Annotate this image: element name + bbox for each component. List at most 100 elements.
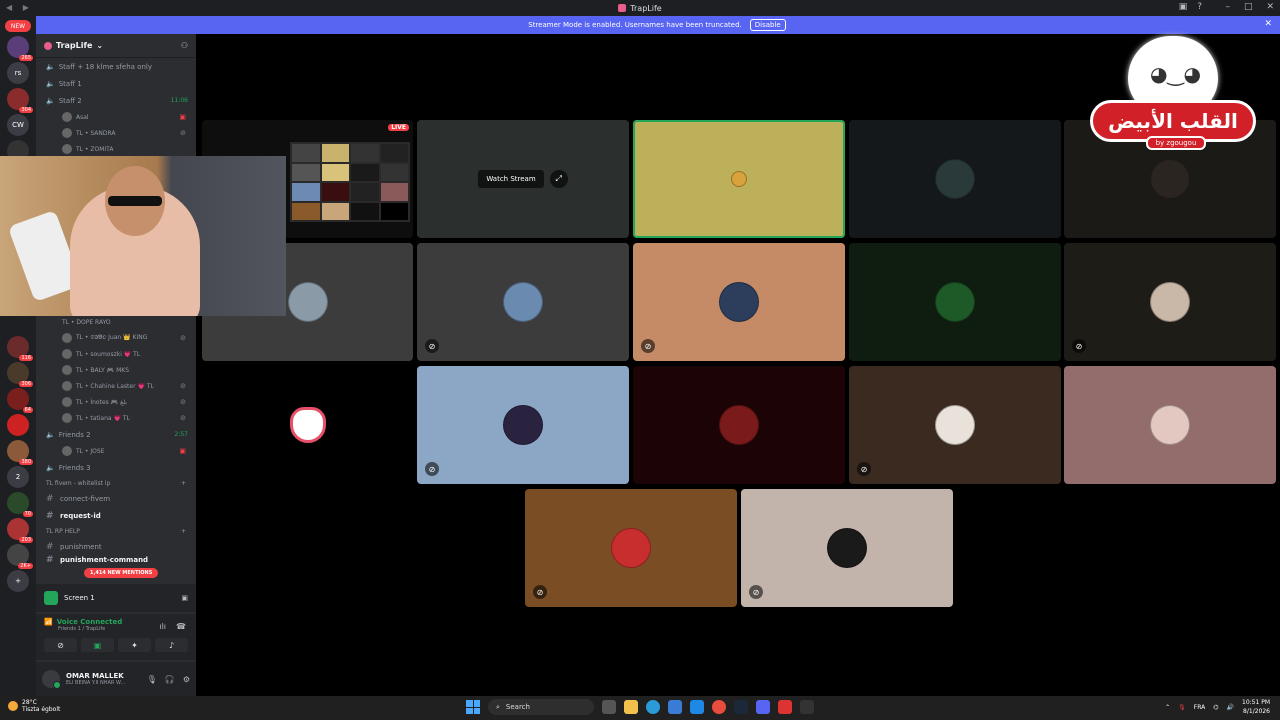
mail-icon[interactable] bbox=[690, 700, 704, 714]
voice-status[interactable]: Voice Connected bbox=[57, 618, 123, 626]
weather-widget[interactable]: 28°C Tiszta égbolt bbox=[8, 699, 60, 713]
participant-tile[interactable] bbox=[849, 243, 1061, 361]
gear-icon[interactable]: ⚙ bbox=[183, 675, 190, 684]
voice-user[interactable]: TL • 𝕾𝕴𝕭𝕺 Juan 👑 KING ⊘ bbox=[36, 330, 196, 346]
share-screen-button[interactable]: ▣ bbox=[81, 638, 114, 652]
avatar[interactable] bbox=[42, 670, 61, 689]
guild-item[interactable]: 380 bbox=[7, 440, 33, 465]
text-channel-punishment[interactable]: # punishment bbox=[36, 538, 196, 555]
participant-tile[interactable]: ⊘ bbox=[741, 489, 953, 607]
server-header[interactable]: TrapLife ⌄ ⚇ bbox=[36, 34, 196, 58]
voice-user[interactable]: TL • soumoszki 💗 TL bbox=[36, 346, 196, 362]
help-icon[interactable]: ? bbox=[1197, 2, 1202, 12]
close-banner-icon[interactable]: ✕ bbox=[1264, 19, 1272, 29]
noise-suppression-icon[interactable]: ılı bbox=[159, 622, 166, 631]
camera-off-button[interactable]: ⊘ bbox=[44, 638, 77, 652]
mic-tray-icon[interactable]: 🎙 bbox=[1178, 704, 1186, 711]
taskbar-search[interactable]: ⌕ Search bbox=[488, 699, 594, 715]
voice-user[interactable]: TL • ZOMITA bbox=[36, 141, 196, 157]
voice-user[interactable]: TL • Chahine Laster 💗 TL ⊘ bbox=[36, 378, 196, 394]
stream-tile-watch[interactable]: Watch Stream ⤢ bbox=[417, 120, 629, 238]
category-fivem[interactable]: TL fivem - whitelist ip + bbox=[36, 476, 196, 490]
user-panel-name[interactable]: OMAR MALLEK bbox=[66, 672, 125, 680]
voice-user[interactable]: TL • Ìnotes 🎮 بلغ ⊘ bbox=[36, 394, 196, 410]
soundboard-button[interactable]: ♪ bbox=[155, 638, 188, 652]
taskbar-clock[interactable]: 10:51 PM 8/1/2026 bbox=[1242, 698, 1270, 716]
network-icon[interactable]: ⌬ bbox=[1213, 704, 1218, 711]
task-view-icon[interactable] bbox=[602, 700, 616, 714]
add-member-icon[interactable]: ⚇ bbox=[181, 41, 188, 50]
obs-icon[interactable] bbox=[800, 700, 814, 714]
voice-user[interactable]: TL • tatiana 💗 TL ⊘ bbox=[36, 410, 196, 426]
add-channel-icon[interactable]: + bbox=[181, 528, 186, 535]
mic-icon[interactable]: 🎙 bbox=[147, 675, 157, 684]
avatar bbox=[935, 282, 975, 322]
store-icon[interactable] bbox=[668, 700, 682, 714]
voice-user[interactable]: TL • BALY 🎮 MKS bbox=[36, 362, 196, 378]
chevron-up-icon[interactable]: ⌃ bbox=[1165, 704, 1170, 711]
guild-item[interactable]: CW bbox=[7, 114, 29, 136]
guild-item[interactable] bbox=[7, 414, 29, 436]
discord-icon[interactable] bbox=[756, 700, 770, 714]
guild-item[interactable]: 306 bbox=[7, 362, 33, 387]
voice-channel-friends-2[interactable]: 🔈 Friends 2 2:57 bbox=[36, 426, 196, 443]
voice-channel[interactable]: 🔈 Staff 1 bbox=[36, 75, 196, 92]
guild-item[interactable]: 70 bbox=[7, 492, 33, 517]
guild-item[interactable]: 304 bbox=[7, 88, 33, 113]
guild-new-badge[interactable]: NEW bbox=[5, 20, 31, 32]
screen-share-panel[interactable]: Screen 1 ▣ bbox=[36, 584, 196, 612]
guild-item[interactable]: 203 bbox=[7, 518, 33, 543]
guild-item[interactable]: 64 bbox=[7, 388, 33, 413]
popout-icon[interactable]: ⤢ bbox=[549, 170, 568, 188]
participant-tile[interactable] bbox=[1064, 366, 1276, 484]
participant-tile[interactable] bbox=[633, 366, 845, 484]
stop-stream-icon[interactable]: ▣ bbox=[181, 594, 188, 602]
activities-button[interactable]: ✦ bbox=[118, 638, 151, 652]
participant-tile[interactable]: ⊘ bbox=[1064, 243, 1276, 361]
edge-icon[interactable] bbox=[646, 700, 660, 714]
text-channel-punishment-command[interactable]: # punishment-command bbox=[36, 555, 196, 565]
maximize-button[interactable]: □ bbox=[1244, 2, 1253, 12]
voice-user[interactable]: Asal ▣ bbox=[36, 109, 196, 125]
disconnect-icon[interactable]: ☎ bbox=[176, 622, 186, 631]
language-indicator[interactable]: FRA bbox=[1194, 704, 1205, 711]
add-channel-icon[interactable]: + bbox=[181, 480, 186, 487]
voice-channel-friends-3[interactable]: 🔈 Friends 3 bbox=[36, 459, 196, 476]
chrome-icon[interactable] bbox=[712, 700, 726, 714]
voice-user[interactable]: TL • JOSE ▣ bbox=[36, 443, 196, 459]
steam-icon[interactable] bbox=[734, 700, 748, 714]
text-channel-connect[interactable]: # connect-fivem bbox=[36, 490, 196, 507]
start-icon[interactable] bbox=[466, 700, 480, 714]
text-channel-request[interactable]: # request-id bbox=[36, 507, 196, 524]
participant-tile[interactable]: ⊘ bbox=[417, 243, 629, 361]
voice-user[interactable]: TL • SANDRA ⊘ bbox=[36, 125, 196, 141]
inbox-icon[interactable]: ▣ bbox=[1179, 2, 1188, 12]
headphones-icon[interactable]: 🎧 bbox=[165, 675, 175, 684]
app-icon[interactable] bbox=[778, 700, 792, 714]
file-explorer-icon[interactable] bbox=[624, 700, 638, 714]
disable-streamer-mode-button[interactable]: Disable bbox=[749, 19, 786, 31]
voice-channel[interactable]: 🔈 Staff + 18 klme sfeha only bbox=[36, 58, 196, 75]
close-window-button[interactable]: ✕ bbox=[1266, 2, 1274, 12]
category-help[interactable]: TL RP HELP + bbox=[36, 524, 196, 538]
minimize-button[interactable]: – bbox=[1225, 2, 1230, 12]
guild-item[interactable]: rs bbox=[7, 62, 29, 84]
guild-item[interactable]: 2 bbox=[7, 466, 29, 488]
add-server-button[interactable]: + bbox=[7, 570, 29, 592]
participant-tile[interactable] bbox=[849, 120, 1061, 238]
participant-tile[interactable] bbox=[633, 120, 845, 238]
voice-user[interactable]: TL • DOPE RAYO bbox=[36, 314, 196, 330]
participant-tile[interactable]: ⊘ bbox=[633, 243, 845, 361]
new-mentions-pill[interactable]: 1,414 NEW MENTIONS bbox=[84, 568, 159, 578]
guild-item[interactable]: 116 bbox=[7, 336, 33, 361]
guild-item[interactable]: 265 bbox=[7, 36, 33, 61]
participant-tile[interactable]: ⊘ bbox=[849, 366, 1061, 484]
voice-channel[interactable]: 🔈 Staff 2 11:06 bbox=[36, 92, 196, 109]
participant-tile[interactable]: ⊘ bbox=[417, 366, 629, 484]
volume-icon[interactable]: 🔊 bbox=[1227, 704, 1234, 711]
watch-stream-button[interactable]: Watch Stream bbox=[478, 170, 544, 188]
participant-tile[interactable] bbox=[202, 366, 413, 484]
participant-tile[interactable]: ⊘ bbox=[525, 489, 737, 607]
guild-item[interactable]: 2K+ bbox=[7, 544, 33, 569]
back-forward-icon[interactable]: ◀ ▶ bbox=[6, 3, 33, 12]
